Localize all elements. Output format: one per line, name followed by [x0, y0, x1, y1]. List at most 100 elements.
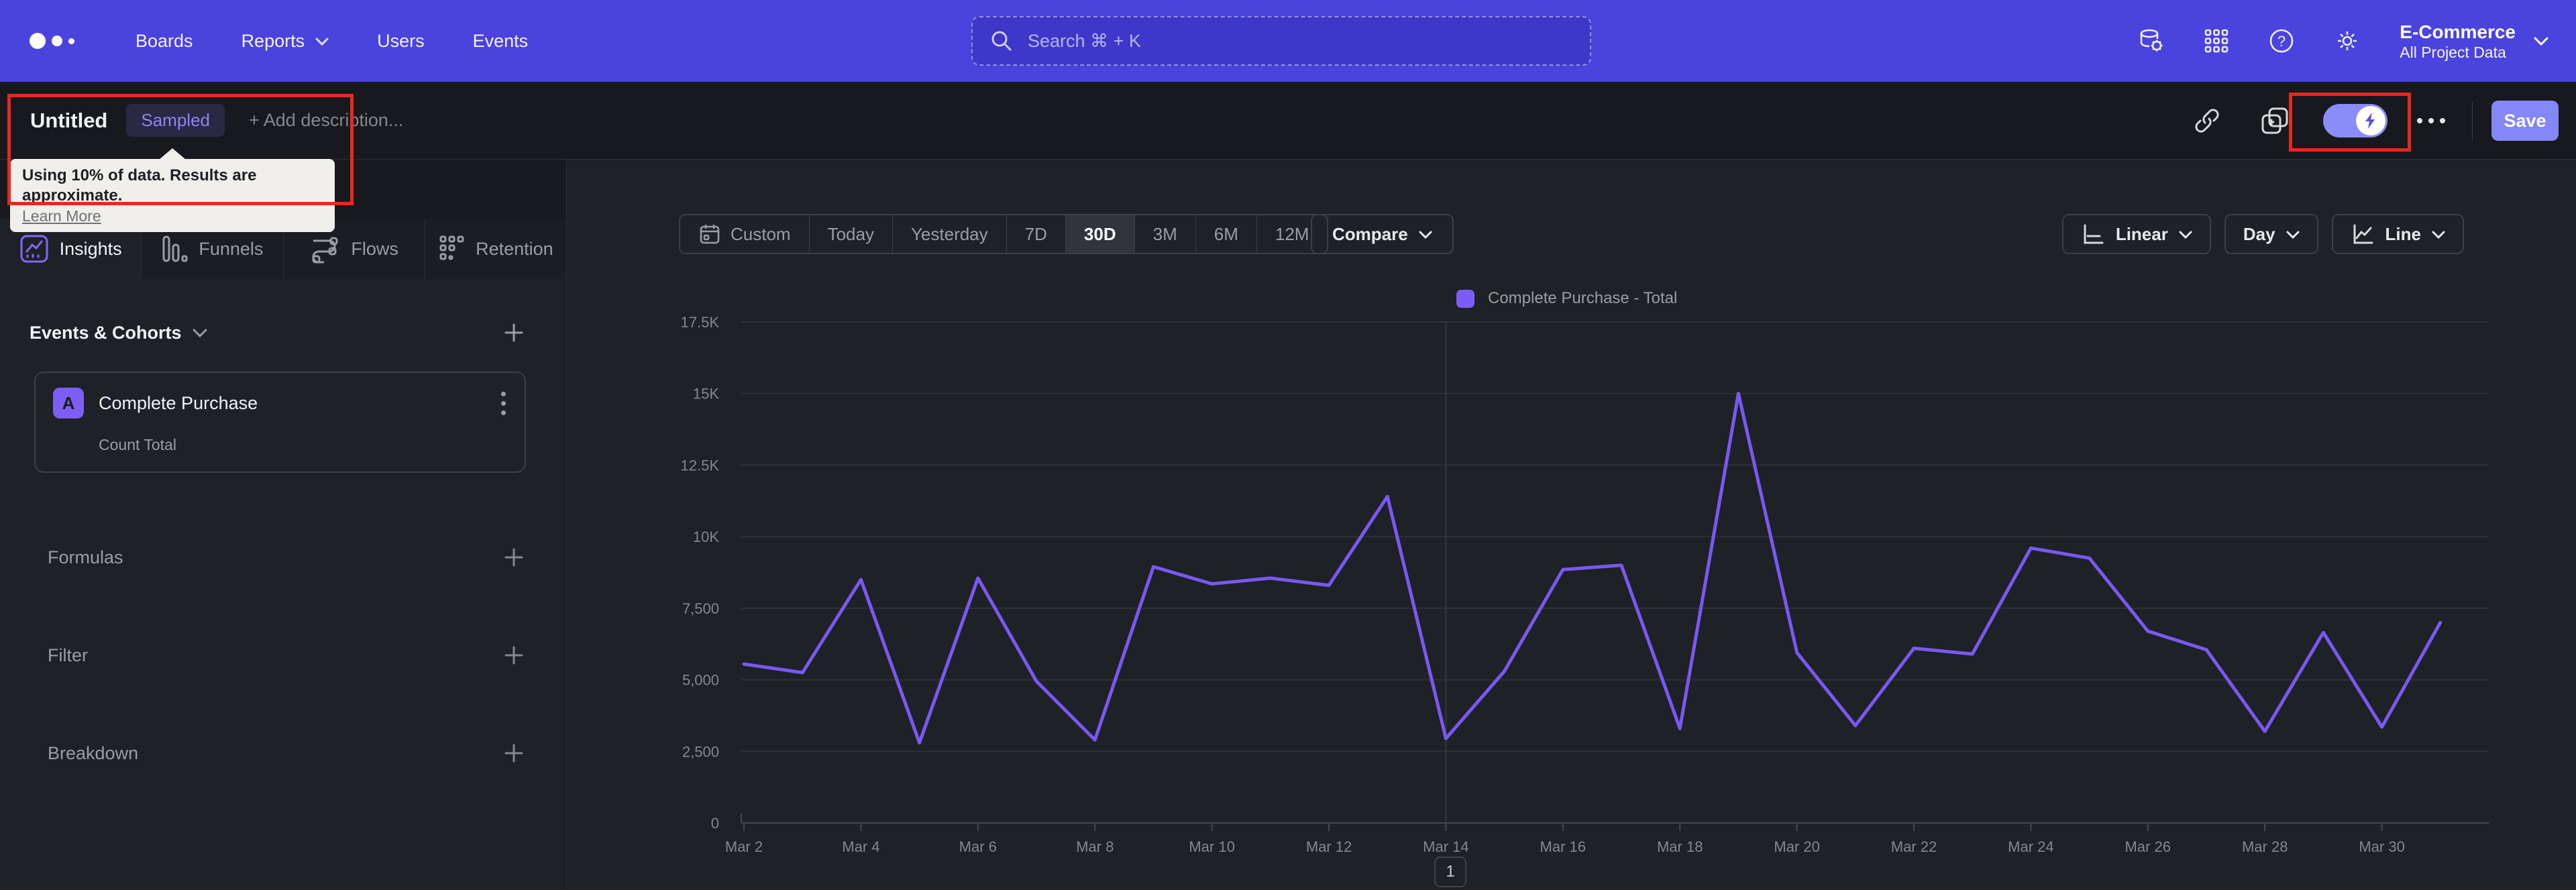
chart-controls: Custom Today Yesterday 7D 30D 3M 6M 12M Compare…: [568, 214, 2576, 254]
x-axis-label: Mar 18: [1657, 838, 1703, 855]
chevron-down-icon: [1419, 231, 1432, 239]
project-scope: All Project Data: [2400, 44, 2506, 61]
data-management-icon[interactable]: [2138, 27, 2165, 54]
retention-icon: [439, 235, 464, 260]
report-toolbar: Untitled Sampled + Add description... Sa…: [0, 82, 2576, 160]
query-builder-sidebar: Insights Funnels Flows Retention Events & C…: [0, 160, 567, 890]
add-event-button[interactable]: [502, 321, 526, 345]
calendar-icon: [700, 225, 720, 244]
add-description[interactable]: + Add description...: [249, 110, 403, 131]
nav-item-events[interactable]: Events: [473, 31, 529, 52]
range-6m[interactable]: 6M: [1196, 215, 1257, 253]
nav-items: Boards Reports Users Events: [136, 31, 528, 52]
report-title[interactable]: Untitled: [30, 109, 107, 133]
pagination-page-button[interactable]: 1: [1434, 856, 1466, 887]
nav-item-users[interactable]: Users: [377, 31, 425, 52]
tab-label: Retention: [476, 238, 553, 259]
legend-label: Complete Purchase - Total: [1488, 289, 1678, 307]
x-axis-label: Mar 16: [1540, 838, 1586, 855]
toolbar-actions: Save: [2193, 82, 2576, 160]
event-series-badge: A: [53, 388, 84, 419]
x-axis-label: Mar 12: [1306, 838, 1352, 855]
section-label: Formulas: [48, 547, 123, 567]
range-yesterday[interactable]: Yesterday: [893, 215, 1007, 253]
y-axis-label: 10K: [693, 529, 719, 545]
apps-grid-icon[interactable]: [2204, 28, 2229, 54]
navbar-right: ? E-Commerce All Project Data: [2138, 0, 2576, 82]
range-7d[interactable]: 7D: [1007, 215, 1066, 253]
project-switcher[interactable]: E-Commerce All Project Data: [2400, 20, 2549, 62]
range-3m[interactable]: 3M: [1135, 215, 1196, 253]
nav-item-boards[interactable]: Boards: [136, 31, 193, 52]
x-axis-label: Mar 28: [2242, 838, 2288, 855]
svg-text:?: ?: [2277, 33, 2286, 50]
add-filter-button[interactable]: [502, 643, 526, 667]
sidebar-body: Events & Cohorts A Complete Purchase Cou…: [0, 279, 566, 765]
settings-gear-icon[interactable]: [2334, 27, 2361, 54]
scale-selector[interactable]: Linear: [2061, 214, 2211, 254]
x-axis-label: Mar 6: [959, 838, 997, 855]
x-axis-label: Mar 30: [2359, 838, 2404, 855]
event-card[interactable]: A Complete Purchase Count Total: [34, 372, 526, 473]
lightning-bolt-icon: [2356, 106, 2385, 135]
range-today[interactable]: Today: [810, 215, 893, 253]
data-series-line: [742, 392, 2443, 744]
more-options-button[interactable]: [2417, 118, 2445, 123]
x-axis-label: Mar 20: [1774, 838, 1819, 855]
project-name: E-Commerce: [2400, 21, 2516, 42]
y-axis-label: 5,000: [682, 672, 719, 689]
granularity-selector[interactable]: Day: [2224, 214, 2318, 254]
toolbar-divider: [2472, 102, 2473, 140]
sidebar-sections: Formulas Filter Breakdown: [0, 545, 566, 765]
flows-icon: [312, 237, 338, 264]
x-axis-label: Mar 2: [725, 838, 763, 855]
chart-panel: Custom Today Yesterday 7D 30D 3M 6M 12M Compare…: [568, 160, 2576, 890]
date-range-group: Custom Today Yesterday 7D 30D 3M 6M 12M: [679, 214, 1329, 254]
range-30d[interactable]: 30D: [1065, 215, 1135, 253]
chevron-down-icon: [193, 329, 207, 337]
chart-type-selector[interactable]: Line: [2331, 214, 2464, 254]
line-chart[interactable]: 0 2,500 5,000 7,500 10K 12.5K 15K 17.5K Mar 2 Mar…: [671, 315, 2496, 885]
search-placeholder: Search ⌘ + K: [1028, 30, 1141, 51]
line-chart-icon: [2353, 224, 2373, 244]
event-aggregation[interactable]: Count Total: [99, 436, 508, 454]
x-axis-label: Mar 24: [2008, 838, 2053, 855]
save-button[interactable]: Save: [2491, 101, 2559, 141]
display-controls: Linear Day Line: [2061, 214, 2464, 254]
x-axis-label: Mar 10: [1189, 838, 1234, 855]
tab-retention[interactable]: Retention: [425, 219, 566, 279]
x-axis-label: Mar 4: [842, 838, 879, 855]
add-to-board-icon[interactable]: [2260, 106, 2290, 135]
nav-item-reports[interactable]: Reports: [241, 31, 329, 52]
help-icon[interactable]: ?: [2268, 27, 2295, 54]
legend-swatch: [1456, 289, 1474, 308]
events-cohorts-label[interactable]: Events & Cohorts: [30, 323, 207, 343]
learn-more-link[interactable]: Learn More: [22, 207, 101, 225]
tab-label: Insights: [59, 238, 122, 259]
chevron-down-icon: [315, 38, 329, 46]
section-formulas: Formulas: [48, 545, 526, 569]
y-axis-label: 12.5K: [681, 457, 720, 474]
event-name[interactable]: Complete Purchase: [99, 393, 258, 414]
sampling-toggle[interactable]: [2323, 104, 2387, 137]
add-breakdown-button[interactable]: [502, 741, 526, 765]
chevron-down-icon: [2533, 36, 2549, 46]
chart-legend[interactable]: Complete Purchase - Total: [1456, 289, 1677, 308]
search-input[interactable]: Search ⌘ + K: [971, 16, 1591, 66]
x-axis-label: Mar 22: [1891, 838, 1937, 855]
section-label: Breakdown: [48, 742, 139, 763]
search-icon: [990, 30, 1013, 52]
add-formulas-button[interactable]: [502, 545, 526, 569]
linear-scale-icon: [2084, 224, 2104, 244]
range-custom[interactable]: Custom: [680, 215, 810, 253]
compare-button[interactable]: Compare: [1311, 214, 1454, 254]
tab-label: Funnels: [199, 238, 264, 259]
mixpanel-logo-icon[interactable]: [30, 33, 103, 49]
x-axis-label: Mar 8: [1076, 838, 1114, 855]
event-options-kebab[interactable]: [498, 389, 508, 418]
y-axis-label: 0: [711, 815, 719, 832]
sampled-badge[interactable]: Sampled: [126, 104, 225, 137]
copy-link-icon[interactable]: [2193, 107, 2221, 135]
y-axis-label: 17.5K: [681, 315, 720, 331]
y-axis-label: 15K: [693, 386, 719, 402]
